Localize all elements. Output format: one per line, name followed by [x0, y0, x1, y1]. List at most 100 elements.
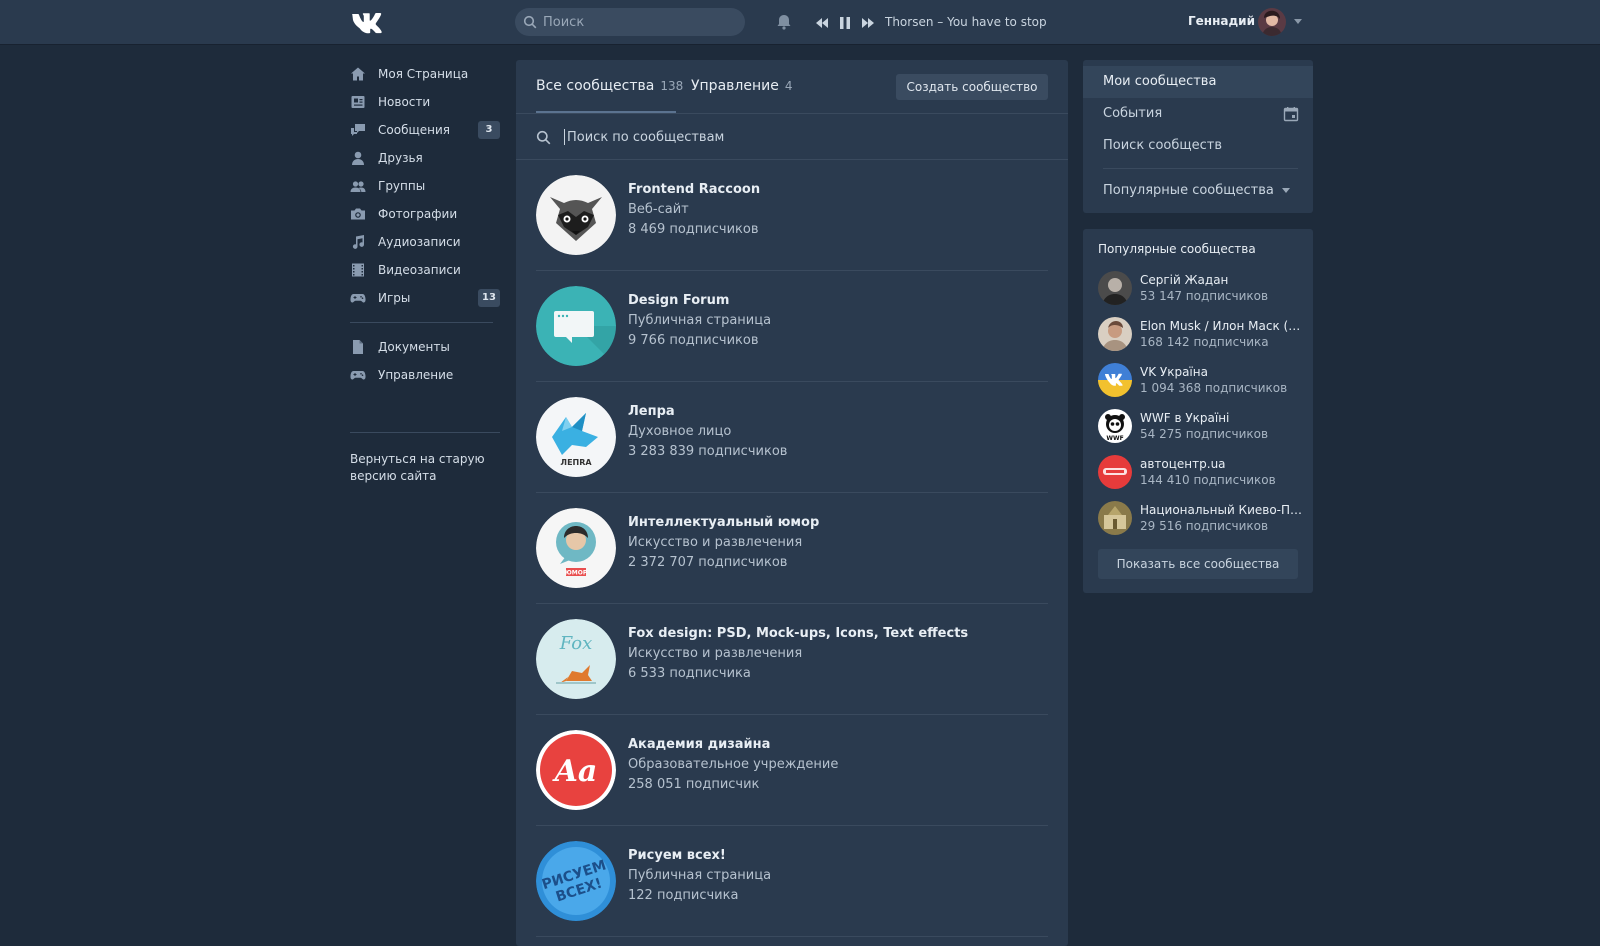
panda-logo-icon[interactable]: WWF — [1098, 409, 1132, 443]
popular-name[interactable]: Elon Musk / Илон Маск (Sp... — [1140, 319, 1303, 333]
fox-logo-avatar[interactable]: Fox — [536, 619, 616, 699]
popular-list: Сергій Жадан 53 147 подписчиков Elon Mus… — [1098, 271, 1303, 547]
sidebar-item-label: Видеозаписи — [378, 263, 461, 277]
tab-management[interactable]: Управление 4 — [691, 78, 792, 94]
community-name[interactable]: Академия дизайна — [628, 737, 838, 752]
avatar[interactable] — [1098, 501, 1132, 535]
popular-name[interactable]: VK Україна — [1140, 365, 1303, 379]
bell-icon[interactable] — [775, 13, 793, 31]
community-name[interactable]: Design Forum — [628, 293, 771, 308]
sidebar-item-groups[interactable]: Группы — [350, 172, 500, 200]
community-row[interactable]: Frontend Raccoon Веб-сайт 8 469 подписчи… — [536, 160, 1048, 271]
popular-name[interactable]: Национальный Киево-Пе... — [1140, 503, 1303, 517]
community-row[interactable]: Fox Fox design: PSD, Mock-ups, Icons, Te… — [536, 604, 1048, 715]
community-name[interactable]: Fox design: PSD, Mock-ups, Icons, Text e… — [628, 626, 968, 641]
popular-item[interactable]: Национальный Киево-Пе... 29 516 подписчи… — [1098, 501, 1303, 547]
tab-label: Управление — [691, 78, 779, 94]
raccoon-avatar[interactable] — [536, 175, 616, 255]
popular-title: Популярные сообщества — [1098, 242, 1256, 256]
chevron-down-icon[interactable] — [1294, 19, 1302, 25]
sidebar-item-photos[interactable]: Фотографии — [350, 200, 500, 228]
global-search-input[interactable] — [543, 8, 739, 36]
popular-name[interactable]: WWF в Україні — [1140, 411, 1303, 425]
sidebar-item-audio[interactable]: Аудиозаписи — [350, 228, 500, 256]
community-info: Fox design: PSD, Mock-ups, Icons, Text e… — [628, 626, 968, 681]
design-academy-avatar[interactable]: Aa — [536, 730, 616, 810]
vk-logo-icon[interactable] — [350, 10, 384, 34]
popular-name[interactable]: автоцентр.ua — [1140, 457, 1303, 471]
community-type: Публичная страница — [628, 868, 772, 883]
community-subscribers: 258 051 подписчик — [628, 777, 760, 792]
humor-logo-avatar[interactable]: ЮМОР — [536, 508, 616, 588]
next-track-icon[interactable] — [861, 17, 875, 29]
community-name[interactable]: Лепра — [628, 404, 787, 419]
tab-count: 138 — [660, 79, 684, 93]
avatar[interactable] — [1098, 317, 1132, 351]
sidebar-item-friends[interactable]: Друзья — [350, 144, 500, 172]
popular-subscribers: 1 094 368 подписчиков — [1140, 381, 1288, 395]
popular-subscribers: 53 147 подписчиков — [1140, 289, 1269, 303]
sidebar-item-my-page[interactable]: Моя Страница — [350, 60, 500, 88]
create-community-button[interactable]: Создать сообщество — [896, 74, 1048, 100]
sidebar-item-documents[interactable]: Документы — [350, 333, 500, 361]
community-name[interactable]: Frontend Raccoon — [628, 182, 760, 197]
community-type: Искусство и развлечения — [628, 646, 803, 661]
avatar[interactable] — [1098, 271, 1132, 305]
global-search[interactable] — [515, 8, 745, 36]
avtocentr-logo-icon[interactable] — [1098, 455, 1132, 489]
community-subscribers: 122 подписчика — [628, 888, 739, 903]
community-row[interactable]: Aa Академия дизайна Образовательное учре… — [536, 715, 1048, 826]
show-all-communities-button[interactable]: Показать все сообщества — [1098, 549, 1298, 579]
gamepad-icon — [350, 371, 366, 380]
pause-icon[interactable] — [839, 16, 851, 30]
popular-name[interactable]: Сергій Жадан — [1140, 273, 1303, 287]
draw-everyone-avatar[interactable]: РИСУЕМ ВСЕХ! — [536, 841, 616, 921]
menu-popular-communities[interactable]: Популярные сообщества — [1083, 175, 1313, 207]
popular-item[interactable]: автоцентр.ua 144 410 подписчиков — [1098, 455, 1303, 501]
community-info: Frontend Raccoon Веб-сайт 8 469 подписчи… — [628, 182, 760, 237]
community-subscribers: 6 533 подписчика — [628, 666, 751, 681]
sidebar-item-games[interactable]: Игры 13 — [350, 284, 500, 312]
popular-item[interactable]: VK Україна 1 094 368 подписчиков — [1098, 363, 1303, 409]
community-row[interactable]: ЛЕПRA Лепра Духовное лицо 3 283 839 подп… — [536, 382, 1048, 493]
community-info: Интеллектуальный юмор Искусство и развле… — [628, 515, 819, 570]
community-type: Публичная страница — [628, 313, 772, 328]
user-name[interactable]: Геннадий — [1188, 14, 1255, 28]
community-row[interactable]: РИСУЕМ ВСЕХ! Рисуем всех! Публичная стра… — [536, 826, 1048, 937]
community-name[interactable]: Рисуем всех! — [628, 848, 771, 863]
sidebar-item-messages[interactable]: Сообщения 3 — [350, 116, 500, 144]
community-row[interactable]: Design Forum Публичная страница 9 766 по… — [536, 271, 1048, 382]
lepra-logo-text: ЛЕПRA — [560, 458, 592, 467]
chat-bubble-avatar[interactable] — [536, 286, 616, 366]
old-version-link[interactable]: Вернуться на старую версию сайта — [350, 451, 500, 485]
community-row[interactable]: ЮМОР Интеллектуальный юмор Искусство и р… — [536, 493, 1048, 604]
unicorn-logo-avatar[interactable]: ЛЕПRA — [536, 397, 616, 477]
previous-track-icon[interactable] — [815, 17, 829, 29]
calendar-icon[interactable] — [1283, 106, 1299, 122]
messages-icon — [351, 124, 365, 136]
sidebar-item-video[interactable]: Видеозаписи — [350, 256, 500, 284]
tab-all-communities[interactable]: Все сообщества 138 — [536, 78, 683, 94]
camera-icon — [351, 208, 365, 220]
community-name[interactable]: Интеллектуальный юмор — [628, 515, 819, 530]
menu-my-communities[interactable]: Мои сообщества — [1083, 66, 1313, 98]
current-track[interactable]: Thorsen – You have to stop — [885, 15, 1047, 29]
popular-item[interactable]: Сергій Жадан 53 147 подписчиков — [1098, 271, 1303, 317]
popular-item[interactable]: Elon Musk / Илон Маск (Sp... 168 142 под… — [1098, 317, 1303, 363]
communities-tabs: Все сообщества 138 Управление 4 Создать со… — [516, 60, 1068, 114]
community-search-input[interactable] — [564, 129, 1044, 145]
sidebar-item-label: Сообщения — [378, 123, 451, 137]
sidebar-item-management[interactable]: Управление — [350, 361, 500, 389]
menu-search-communities[interactable]: Поиск сообществ — [1083, 130, 1313, 162]
popular-item[interactable]: WWF WWF в Україні 54 275 подписчиков — [1098, 409, 1303, 455]
menu-events[interactable]: События — [1083, 98, 1313, 130]
user-avatar[interactable] — [1258, 8, 1286, 36]
film-icon — [352, 263, 364, 277]
active-tab-indicator — [536, 111, 676, 113]
academy-logo-text: Aa — [552, 754, 598, 789]
sidebar-item-label: Новости — [378, 95, 431, 109]
wwf-logo-text: WWF — [1106, 435, 1123, 442]
menu-item-label: Популярные сообщества — [1103, 183, 1274, 198]
sidebar-item-news[interactable]: Новости — [350, 88, 500, 116]
vk-ukraine-logo-icon[interactable] — [1098, 363, 1132, 397]
